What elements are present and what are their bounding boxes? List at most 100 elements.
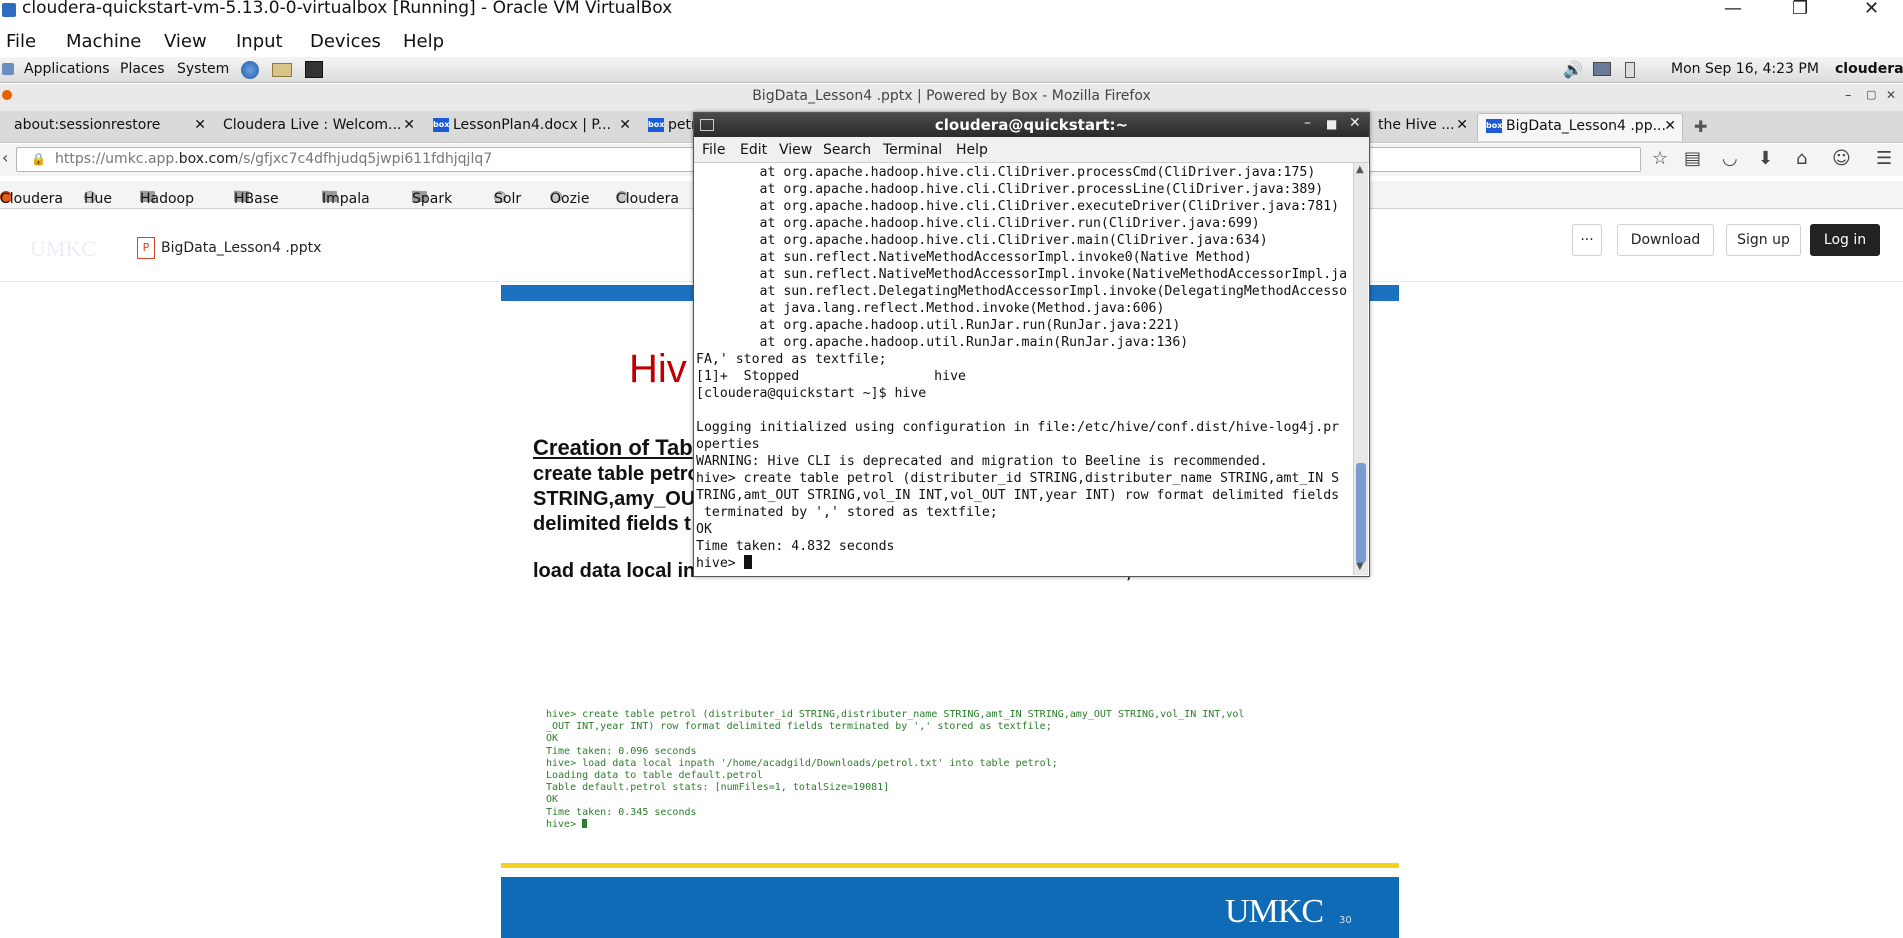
firefox-close-icon[interactable]: ✕ <box>1886 88 1896 102</box>
applications-menu[interactable]: Applications <box>24 61 110 77</box>
tab-petrol[interactable]: box petr <box>640 113 696 141</box>
tab-close-icon[interactable]: ✕ <box>1456 117 1468 133</box>
system-menu[interactable]: System <box>177 61 229 77</box>
tab-hive[interactable]: the Hive ... ✕ <box>1370 113 1474 141</box>
file-name: P BigData_Lesson4 .pptx <box>137 237 321 259</box>
download-icon[interactable]: ⬇ <box>1758 148 1773 169</box>
terminal-line: at sun.reflect.NativeMethodAccessorImpl.… <box>696 267 1348 282</box>
browser-launcher-icon[interactable] <box>241 61 259 79</box>
download-button[interactable]: Download <box>1617 224 1714 256</box>
clock[interactable]: Mon Sep 16, 4:23 PM <box>1671 61 1819 77</box>
chat-icon[interactable]: ☺ <box>1832 148 1851 169</box>
tab-bigdata-lesson4[interactable]: box BigData_Lesson4 .pp... ✕ <box>1477 113 1683 141</box>
places-menu[interactable]: Places <box>120 61 165 77</box>
terminal-line: FA,' stored as textfile; <box>696 352 887 367</box>
terminal-line: at org.apache.hadoop.hive.cli.CliDriver.… <box>696 165 1316 180</box>
bookmark-star-icon[interactable]: ☆ <box>1652 148 1668 169</box>
firefox-maximize-icon[interactable]: ▢ <box>1866 88 1876 101</box>
slide-terminal-line: Time taken: 0.096 seconds <box>546 745 697 757</box>
slide-line-1: create table petro <box>533 463 700 485</box>
terminal-title: cloudera@quickstart:~ <box>934 116 1129 134</box>
scroll-down-icon[interactable]: ▼ <box>1356 561 1364 572</box>
bookmark-hadoop[interactable]: Hadoop ▾ <box>140 186 194 207</box>
more-options-button[interactable]: ··· <box>1572 224 1602 256</box>
terminal-line: [cloudera@quickstart ~]$ hive <box>696 386 927 401</box>
firefox-window-title: BigData_Lesson4 .pptx | Powered by Box -… <box>752 88 1151 104</box>
tab-label: about:sessionrestore <box>14 117 161 133</box>
terminal-line: terminated by ',' stored as textfile; <box>696 505 998 520</box>
menu-file[interactable]: File <box>6 31 36 52</box>
terminal-menu-terminal[interactable]: Terminal <box>883 142 942 158</box>
terminal-line: Time taken: 4.832 seconds <box>696 539 895 554</box>
new-tab-icon[interactable]: ✚ <box>1694 117 1707 136</box>
terminal-line: at org.apache.hadoop.hive.cli.CliDriver.… <box>696 199 1340 214</box>
scrollbar-thumb[interactable] <box>1356 463 1366 563</box>
battery-icon[interactable] <box>1625 62 1635 78</box>
bookmark-spark[interactable]: Spark ▾ <box>412 186 452 207</box>
maximize-icon[interactable]: ❐ <box>1792 0 1808 19</box>
tab-label: petr <box>668 117 696 133</box>
terminal-close-icon[interactable]: ✕ <box>1349 115 1361 131</box>
terminal-menu-edit[interactable]: Edit <box>740 142 767 158</box>
url-text[interactable]: https://umkc.app.box.com/s/gfjxc7c4dfhju… <box>55 151 492 167</box>
volume-icon[interactable]: 🔊 <box>1563 60 1583 79</box>
menu-devices[interactable]: Devices <box>310 31 381 52</box>
terminal-line: WARNING: Hive CLI is deprecated and migr… <box>696 454 1268 469</box>
bookmark-impala[interactable]: Impala ▾ <box>322 186 370 207</box>
terminal-window[interactable]: cloudera@quickstart:~ – ■ ✕ File Edit Vi… <box>693 112 1370 577</box>
slide-terminal-line: hive> <box>546 818 583 830</box>
menu-view[interactable]: View <box>164 31 207 52</box>
box-favicon-icon: box <box>1486 119 1502 133</box>
terminal-output[interactable]: at org.apache.hadoop.hive.cli.CliDriver.… <box>696 164 1352 574</box>
pptx-file-icon: P <box>137 237 155 259</box>
user-name[interactable]: cloudera <box>1835 61 1903 77</box>
terminal-titlebar[interactable]: cloudera@quickstart:~ – ■ ✕ <box>694 113 1369 137</box>
scroll-up-icon[interactable]: ▲ <box>1356 164 1364 175</box>
menu-help[interactable]: Help <box>403 31 444 52</box>
terminal-launcher-icon[interactable] <box>305 61 323 78</box>
terminal-menu-help[interactable]: Help <box>956 142 988 158</box>
terminal-maximize-icon[interactable]: ■ <box>1326 117 1337 131</box>
tab-close-icon[interactable]: ✕ <box>1664 118 1676 134</box>
slide-subtitle: Creation of Tab <box>533 435 693 460</box>
terminal-menu-search[interactable]: Search <box>823 142 871 158</box>
slide-line-2: STRING,amy_OUT <box>533 488 708 510</box>
terminal-scrollbar[interactable]: ▲ ▼ <box>1353 163 1368 575</box>
tab-sessionrestore[interactable]: about:sessionrestore ✕ <box>6 113 212 141</box>
terminal-line: at org.apache.hadoop.util.RunJar.main(Ru… <box>696 335 1189 350</box>
back-icon[interactable]: ‹ <box>2 148 8 167</box>
bookmark-hbase[interactable]: HBase ▾ <box>234 186 279 207</box>
minimize-icon[interactable]: — <box>1724 0 1742 19</box>
pocket-icon[interactable]: ◡ <box>1722 148 1738 169</box>
tab-lessonplan[interactable]: box LessonPlan4.docx | P... ✕ <box>425 113 637 141</box>
close-icon[interactable]: ✕ <box>1864 0 1879 19</box>
network-icon[interactable] <box>1593 62 1611 76</box>
signup-button[interactable]: Sign up <box>1726 224 1801 256</box>
tab-close-icon[interactable]: ✕ <box>403 117 415 133</box>
slide-line-3: delimited fields t <box>533 513 691 535</box>
terminal-menu-file[interactable]: File <box>702 142 725 158</box>
terminal-line: at sun.reflect.DelegatingMethodAccessorI… <box>696 284 1348 299</box>
login-button[interactable]: Log in <box>1810 224 1880 256</box>
mail-launcher-icon[interactable] <box>272 63 292 77</box>
tab-close-icon[interactable]: ✕ <box>194 117 206 133</box>
box-logo[interactable]: UMKC <box>30 236 96 262</box>
reading-list-icon[interactable]: ▤ <box>1684 148 1701 169</box>
menu-input[interactable]: Input <box>236 31 283 52</box>
slide-terminal-screenshot: hive> create table petrol (distributer_i… <box>546 709 1244 831</box>
tab-close-icon[interactable]: ✕ <box>619 117 631 133</box>
slide-title: Hiv <box>629 347 687 391</box>
slide-terminal-cursor <box>582 818 588 828</box>
home-icon[interactable]: ⌂ <box>1796 148 1807 169</box>
terminal-menu-view[interactable]: View <box>779 142 812 158</box>
firefox-minimize-icon[interactable]: – <box>1845 88 1852 103</box>
menu-machine[interactable]: Machine <box>66 31 141 52</box>
terminal-line: at org.apache.hadoop.hive.cli.CliDriver.… <box>696 233 1268 248</box>
terminal-cursor <box>743 555 752 569</box>
terminal-line: operties <box>696 437 760 452</box>
lock-icon: 🔒 <box>31 152 46 166</box>
hamburger-menu-icon[interactable]: ☰ <box>1876 148 1892 169</box>
terminal-minimize-icon[interactable]: – <box>1304 115 1311 131</box>
vbox-menubar: File Machine View Input Devices Help <box>0 26 1903 56</box>
tab-cloudera-live[interactable]: Cloudera Live : Welcom... ✕ <box>215 113 421 141</box>
